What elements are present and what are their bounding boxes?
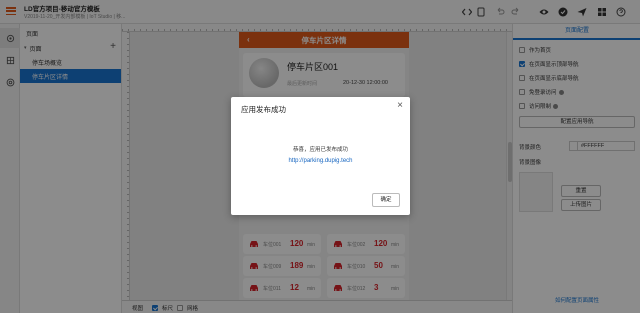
dialog-message: 恭喜，应用已发布成功 [292,147,348,153]
close-icon[interactable]: × [397,101,403,111]
dialog-title: 应用发布成功 [241,105,286,114]
publish-success-dialog: 应用发布成功 × 恭喜，应用已发布成功 http://parking.dupig… [231,97,410,215]
confirm-button[interactable]: 确定 [372,193,400,207]
published-url-link[interactable]: http://parking.dupig.tech [231,158,410,164]
